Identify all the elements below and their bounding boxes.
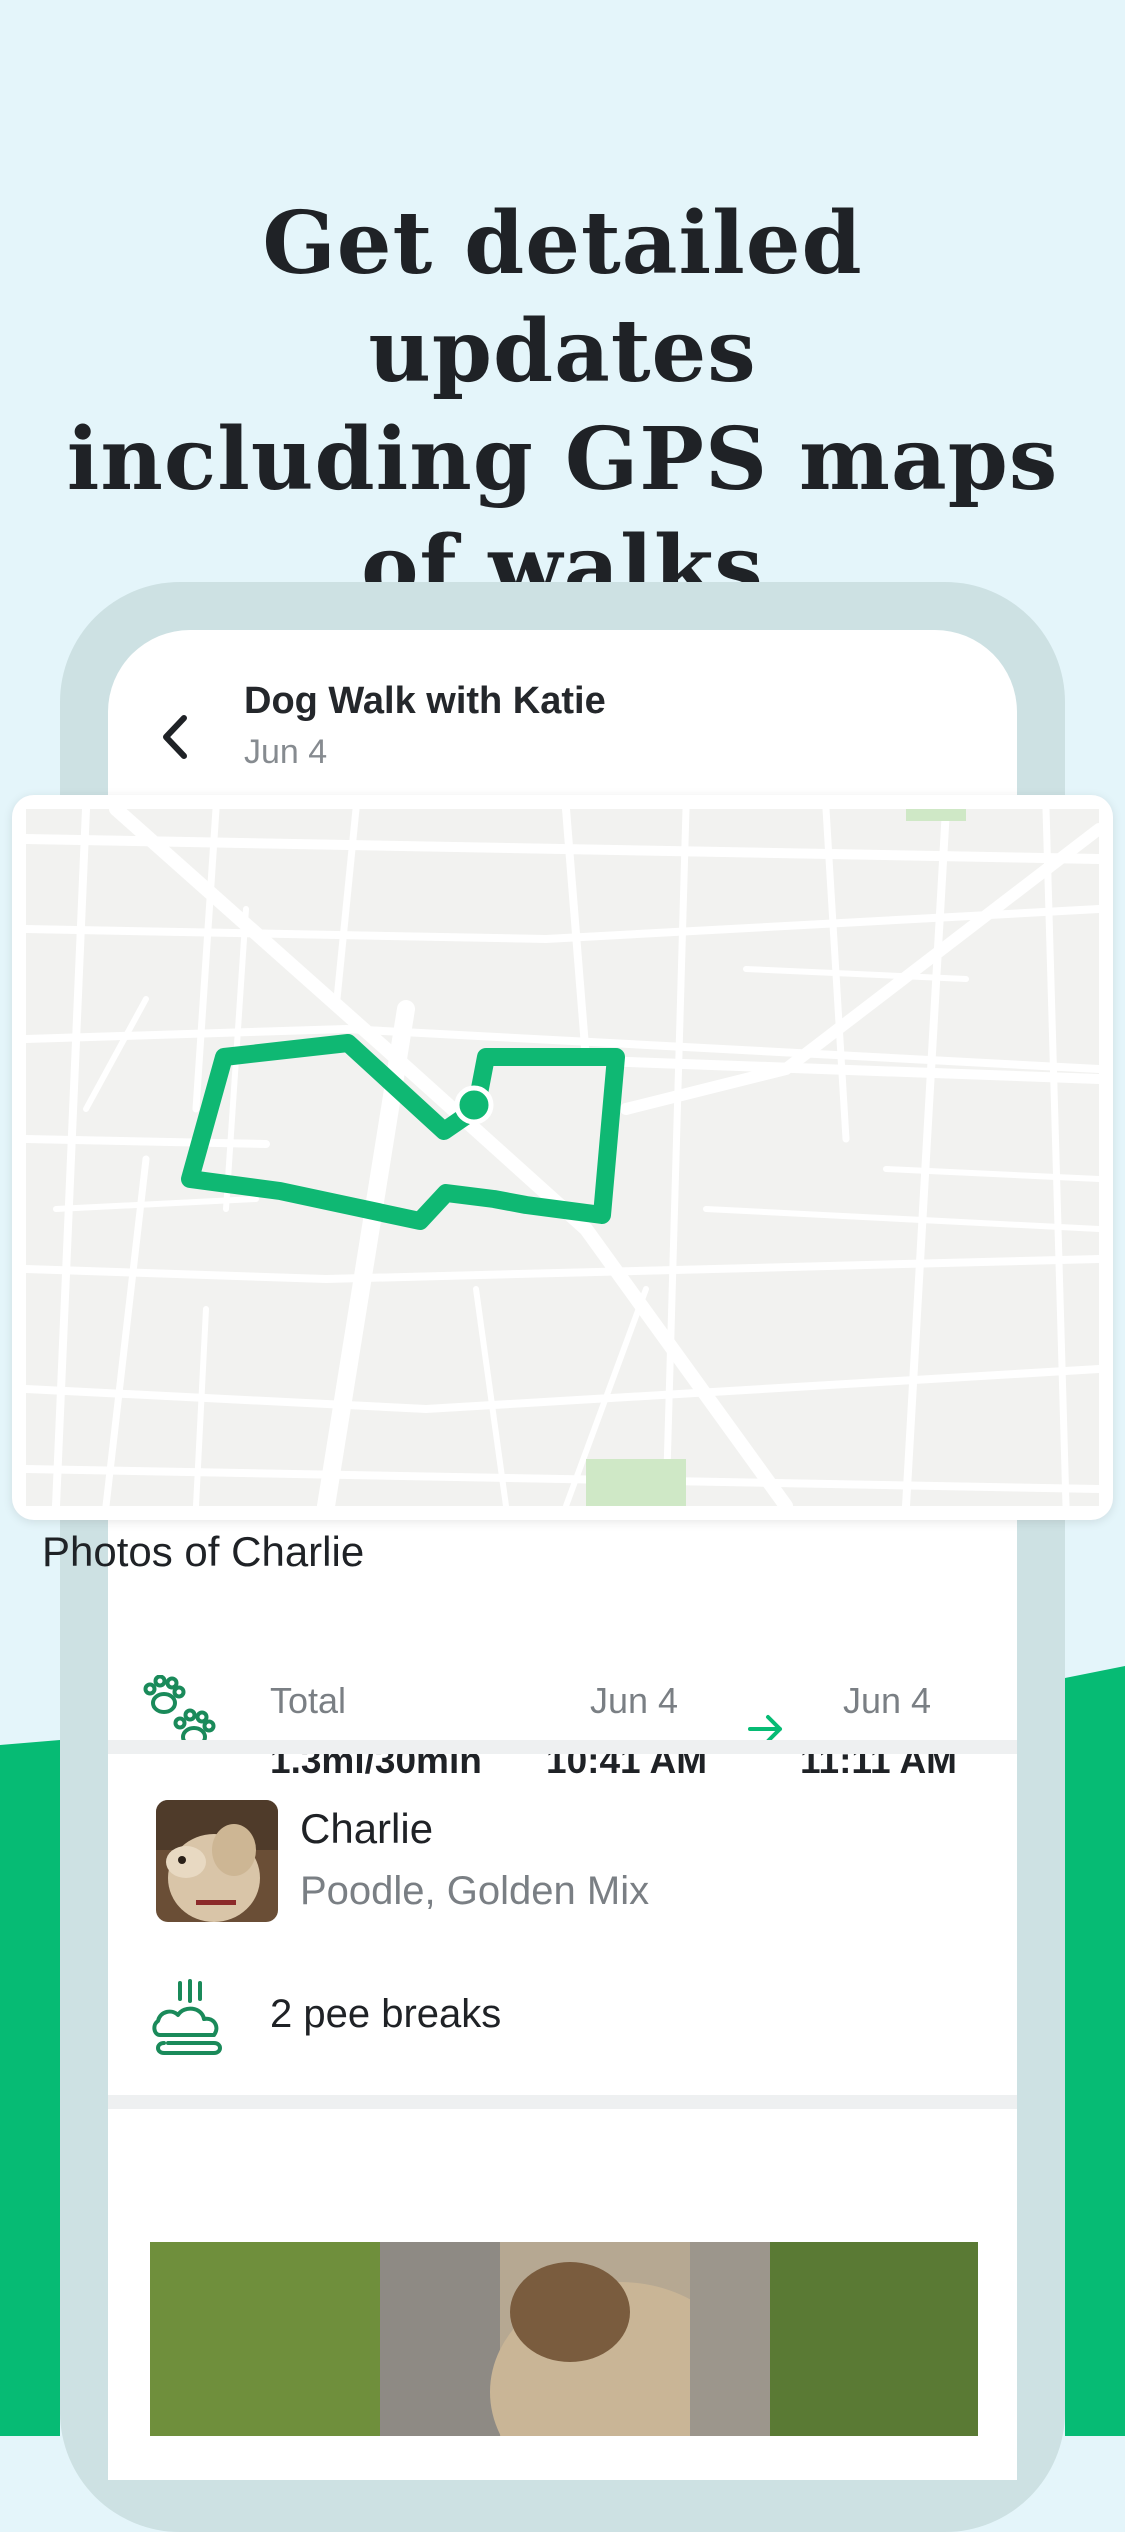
walk-header: Dog Walk with Katie Jun 4	[108, 630, 1017, 810]
dog-photo[interactable]	[150, 2242, 978, 2436]
headline-line-2: including GPS maps	[66, 409, 1059, 510]
headline-line-1: Get detailed updates	[262, 193, 863, 402]
gps-map-card[interactable]	[12, 795, 1113, 1520]
end-date-label: Jun 4	[843, 1680, 932, 1721]
dog-info-section: Charlie Poodle, Golden Mix 2 pee breaks	[108, 1755, 1017, 2055]
total-label: Total	[270, 1680, 347, 1721]
pee-breaks-count: 2 pee breaks	[270, 1992, 502, 2036]
section-divider	[108, 2095, 1017, 2109]
map-streets	[26, 809, 1099, 1506]
marketing-headline: Get detailed updates including GPS maps …	[60, 190, 1065, 622]
photos-title: Photos of Charlie	[42, 1528, 365, 1575]
dog-breed: Poodle, Golden Mix	[300, 1869, 650, 1913]
start-date-label: Jun 4	[590, 1680, 679, 1721]
dog-avatar[interactable]	[156, 1800, 278, 1922]
current-location-marker	[454, 1085, 494, 1125]
back-button[interactable]	[150, 712, 200, 762]
section-divider	[108, 1740, 1017, 1754]
dog-name: Charlie	[300, 1805, 434, 1852]
walk-title: Dog Walk with Katie	[244, 680, 606, 722]
pee-break-icon	[152, 1979, 222, 2055]
chevron-left-icon	[163, 715, 187, 759]
gps-map[interactable]	[26, 809, 1099, 1506]
walk-date: Jun 4	[244, 733, 328, 771]
